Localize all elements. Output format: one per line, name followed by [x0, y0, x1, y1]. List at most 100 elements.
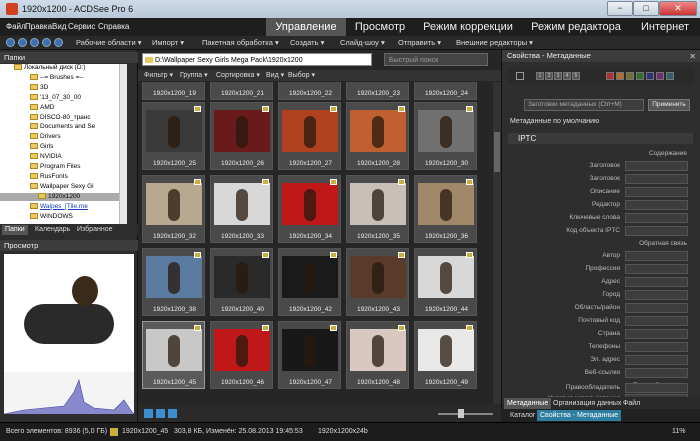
grid-scrollbar[interactable]: [493, 82, 501, 404]
folder-tree-item[interactable]: Локальный диск (D:): [0, 64, 127, 73]
metadata-field-input[interactable]: [625, 368, 688, 378]
thumbnail-item[interactable]: 1920x1200_49: [414, 321, 477, 389]
folder-tree-item[interactable]: AMD: [0, 103, 127, 113]
folder-tree-item[interactable]: 1920x1200: [0, 192, 127, 202]
mode-develop[interactable]: Режим коррекции: [416, 18, 520, 36]
thumbnail-item[interactable]: 1920x1200_22: [278, 82, 341, 100]
rating-box[interactable]: 1: [536, 72, 544, 80]
rating-box[interactable]: 2: [545, 72, 553, 80]
thumbnail-item[interactable]: 1920x1200_32: [142, 175, 205, 243]
sort-menu[interactable]: Сортировка ▾: [216, 71, 260, 79]
up-icon[interactable]: [30, 38, 39, 47]
metadata-field-input[interactable]: [625, 355, 688, 365]
thumbnail-item[interactable]: 1920x1200_34: [278, 175, 341, 243]
mode-online[interactable]: Интернет: [632, 18, 698, 36]
thumbnail-item[interactable]: 1920x1200_30: [414, 102, 477, 170]
folder-tree-item[interactable]: 3D: [0, 83, 127, 93]
folder-tree-item[interactable]: WINDOWS: [0, 212, 127, 222]
metadata-field-input[interactable]: [625, 342, 688, 352]
metadata-field-input[interactable]: [625, 187, 688, 197]
thumbnail-item[interactable]: 1920x1200_43: [346, 248, 409, 316]
tab-favorites[interactable]: Избранное: [74, 225, 115, 235]
thumbnail-item[interactable]: 1920x1200_27: [278, 102, 341, 170]
minimize-button[interactable]: −: [607, 1, 633, 16]
quick-search[interactable]: Быстрый поиск: [384, 53, 488, 66]
back-icon[interactable]: [6, 38, 15, 47]
metadata-field-input[interactable]: [625, 213, 688, 223]
thumbnail-item[interactable]: 1920x1200_35: [346, 175, 409, 243]
thumbnail-item[interactable]: 1920x1200_47: [278, 321, 341, 389]
rating-box[interactable]: 5: [572, 72, 580, 80]
metadata-field-input[interactable]: [625, 226, 688, 236]
details-icon[interactable]: [168, 409, 177, 418]
send-menu[interactable]: Отправить ▾: [398, 38, 441, 47]
metadata-field-input[interactable]: [625, 290, 688, 300]
folder-tree[interactable]: Локальный диск (D:) --= Brushes =-- 3D '13_…: [0, 64, 127, 224]
zoom-slider-thumb[interactable]: [458, 409, 464, 418]
menu-file[interactable]: Файл: [6, 22, 26, 31]
tag-checkbox[interactable]: [516, 72, 524, 80]
external-editors-menu[interactable]: Внешние редакторы ▾: [456, 38, 533, 47]
tab-catalog[interactable]: Каталог: [507, 410, 538, 421]
folder-tree-item[interactable]: DISCO-80_транс: [0, 113, 127, 123]
thumbnail-item[interactable]: 1920x1200_48: [346, 321, 409, 389]
folder-tree-scrollbar[interactable]: [119, 64, 127, 224]
filmstrip-icon[interactable]: [156, 409, 165, 418]
import-menu[interactable]: Импорт ▾: [152, 38, 184, 47]
metadata-field-input[interactable]: [625, 264, 688, 274]
folder-tree-item[interactable]: NVIDIA: [0, 153, 127, 162]
metadata-field-input[interactable]: [625, 200, 688, 210]
metadata-field-input[interactable]: [625, 303, 688, 313]
menu-edit[interactable]: Правка: [25, 22, 52, 31]
slideshow-menu[interactable]: Слайд-шоу ▾: [340, 38, 385, 47]
metadata-field-input[interactable]: [625, 277, 688, 287]
create-menu[interactable]: Создать ▾: [290, 38, 324, 47]
metadata-template-select[interactable]: Заготовки метаданных (Ctrl+M): [524, 99, 644, 111]
menu-help[interactable]: Справка: [98, 22, 129, 31]
view-mode-icon[interactable]: [144, 409, 153, 418]
thumbnail-item[interactable]: 1920x1200_24: [414, 82, 477, 100]
tab-folders[interactable]: Папки: [2, 225, 28, 235]
folder-tree-item[interactable]: Girls: [0, 143, 127, 152]
menu-view[interactable]: Вид: [52, 22, 66, 31]
thumbnail-item[interactable]: 1920x1200_38: [142, 248, 205, 316]
batch-menu[interactable]: Пакетная обработка ▾: [202, 38, 279, 47]
maximize-button[interactable]: □: [633, 1, 659, 16]
color-label-box[interactable]: [616, 72, 624, 80]
color-label-box[interactable]: [636, 72, 644, 80]
metadata-field-input[interactable]: [625, 316, 688, 326]
folder-tree-item[interactable]: Documents and Se: [0, 123, 127, 132]
apply-button[interactable]: Применить: [648, 99, 690, 111]
folder-tree-item[interactable]: RusFonts: [0, 172, 127, 182]
color-label-box[interactable]: [606, 72, 614, 80]
tab-properties-metadata[interactable]: Свойства - Метаданные: [537, 410, 622, 421]
thumbnail-item[interactable]: 1920x1200_25: [142, 102, 205, 170]
view-menu[interactable]: Вид ▾: [266, 71, 284, 79]
metadata-field-input[interactable]: [625, 383, 688, 393]
color-label-box[interactable]: [666, 72, 674, 80]
filter-menu[interactable]: Фильтр ▾: [144, 71, 173, 79]
metadata-field-input[interactable]: [625, 329, 688, 339]
group-menu[interactable]: Группа ▾: [180, 71, 208, 79]
thumbnail-item[interactable]: 1920x1200_44: [414, 248, 477, 316]
iptc-section-header[interactable]: IPTC: [508, 133, 693, 144]
thumbnail-item[interactable]: 1920x1200_33: [210, 175, 273, 243]
home-icon[interactable]: [54, 38, 63, 47]
folder-tree-item[interactable]: --= Brushes =--: [0, 73, 127, 83]
thumbnail-item[interactable]: 1920x1200_46: [210, 321, 273, 389]
color-label-box[interactable]: [626, 72, 634, 80]
color-label-box[interactable]: [646, 72, 654, 80]
thumbnail-item[interactable]: 1920x1200_28: [346, 102, 409, 170]
folder-tree-item[interactable]: Drivers: [0, 133, 127, 142]
metadata-field-input[interactable]: [625, 161, 688, 171]
thumbnail-item[interactable]: 1920x1200_36: [414, 175, 477, 243]
menu-tools[interactable]: Сервис: [68, 22, 95, 31]
tab-calendar[interactable]: Календарь: [32, 225, 73, 235]
refresh-icon[interactable]: [42, 38, 51, 47]
thumbnail-item[interactable]: 1920x1200_26: [210, 102, 273, 170]
select-menu[interactable]: Выбор ▾: [288, 71, 315, 79]
thumbnail-item[interactable]: 1920x1200_21: [210, 82, 273, 100]
rating-box[interactable]: 3: [554, 72, 562, 80]
mode-edit[interactable]: Режим редактора: [524, 18, 628, 36]
tab-organize[interactable]: Организация данных: [550, 398, 624, 409]
